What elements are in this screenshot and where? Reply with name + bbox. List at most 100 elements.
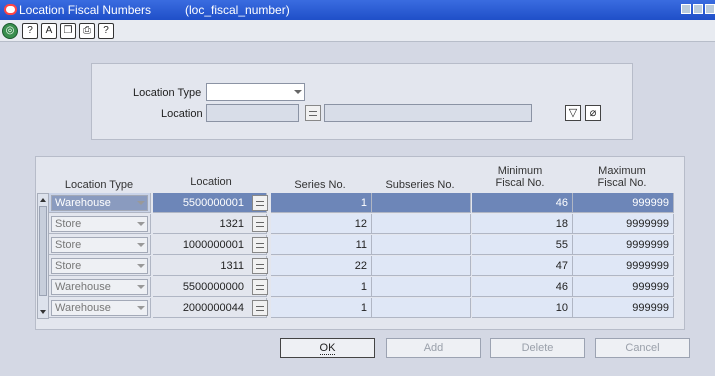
max-fiscal-cell[interactable]: 9999999: [573, 235, 674, 255]
series-no-cell[interactable]: 1: [271, 193, 372, 213]
location-type-select[interactable]: Store: [51, 216, 148, 232]
location-type-select[interactable]: [206, 83, 305, 101]
table-row[interactable]: Store 1000000001 11 55 9999999: [49, 235, 674, 255]
location-type-cell[interactable]: Warehouse: [49, 298, 151, 318]
delete-button[interactable]: Delete: [490, 338, 585, 358]
subseries-no-cell[interactable]: [372, 235, 471, 255]
table-row[interactable]: Warehouse 5500000001 1 46 999999: [49, 193, 674, 213]
location-type-cell[interactable]: Store: [49, 235, 151, 255]
filter-icon[interactable]: ▽: [565, 105, 581, 121]
location-description: [324, 104, 532, 122]
min-fiscal-cell[interactable]: 18: [472, 214, 573, 234]
location-type-value: Store: [55, 260, 82, 272]
chevron-down-icon: [137, 285, 145, 289]
min-fiscal-cell[interactable]: 46: [472, 193, 573, 213]
scroll-thumb[interactable]: [39, 206, 47, 296]
location-label: Location: [161, 108, 203, 120]
spellcheck-icon[interactable]: A: [41, 23, 57, 39]
location-type-cell[interactable]: Store: [49, 214, 151, 234]
max-fiscal-cell[interactable]: 999999: [573, 298, 674, 318]
subseries-no-cell[interactable]: [372, 298, 471, 318]
table-row[interactable]: Warehouse 2000000044 1 10 999999: [49, 298, 674, 318]
series-no-cell[interactable]: 12: [271, 214, 372, 234]
table-row[interactable]: Store 1311 22 47 9999999: [49, 256, 674, 276]
location-cell[interactable]: 5500000000: [153, 277, 267, 297]
max-fiscal-cell[interactable]: 999999: [573, 277, 674, 297]
form-id: (loc_fiscal_number): [185, 3, 290, 17]
list-of-values-icon[interactable]: [252, 195, 268, 211]
series-no-cell[interactable]: 22: [271, 256, 372, 276]
col-location: Location: [190, 176, 232, 188]
location-type-select[interactable]: Warehouse: [51, 300, 148, 316]
table-row[interactable]: Warehouse 5500000000 1 46 999999: [49, 277, 674, 297]
scroll-up-icon[interactable]: [40, 198, 46, 202]
help-icon[interactable]: ?: [98, 23, 114, 39]
help-icon[interactable]: ?: [22, 23, 38, 39]
col-location-type: Location Type: [64, 179, 134, 191]
list-of-values-icon[interactable]: [252, 279, 268, 295]
globe-icon[interactable]: ◎: [2, 23, 18, 39]
max-fiscal-cell[interactable]: 9999999: [573, 214, 674, 234]
table-scrollbar[interactable]: [37, 193, 49, 319]
location-cell[interactable]: 2000000044: [153, 298, 267, 318]
scroll-down-icon[interactable]: [40, 310, 46, 314]
min-fiscal-cell[interactable]: 55: [472, 235, 573, 255]
chevron-down-icon: [137, 243, 145, 247]
subseries-no-cell[interactable]: [372, 277, 471, 297]
col-subseries-no: Subseries No.: [385, 179, 455, 191]
list-of-values-icon[interactable]: [305, 105, 321, 121]
subseries-no-cell[interactable]: [372, 256, 471, 276]
list-of-values-icon[interactable]: [252, 216, 268, 232]
location-cell[interactable]: 1311: [153, 256, 267, 276]
location-type-value: Warehouse: [55, 302, 111, 314]
location-type-cell[interactable]: Warehouse: [49, 277, 151, 297]
series-no-cell[interactable]: 11: [271, 235, 372, 255]
location-type-cell[interactable]: Store: [49, 256, 151, 276]
title-bar: Location Fiscal Numbers (loc_fiscal_numb…: [0, 0, 715, 20]
add-button[interactable]: Add: [386, 338, 481, 358]
chevron-down-icon: [137, 264, 145, 268]
print-icon[interactable]: ⎙: [79, 23, 95, 39]
window-title: Location Fiscal Numbers: [19, 3, 152, 17]
location-type-value: Warehouse: [55, 281, 111, 293]
chevron-down-icon: [137, 201, 145, 205]
col-max-fiscal: Maximum Fiscal No.: [597, 165, 647, 189]
minimize-button[interactable]: [681, 4, 691, 14]
col-min-fiscal: Minimum Fiscal No.: [495, 165, 545, 189]
min-fiscal-cell[interactable]: 46: [472, 277, 573, 297]
location-cell[interactable]: 1321: [153, 214, 267, 234]
filter-panel: [91, 63, 633, 140]
location-type-value: Store: [55, 239, 82, 251]
close-button[interactable]: [705, 4, 715, 14]
list-of-values-icon[interactable]: [252, 258, 268, 274]
location-type-value: Store: [55, 218, 82, 230]
max-fiscal-cell[interactable]: 999999: [573, 193, 674, 213]
max-fiscal-cell[interactable]: 9999999: [573, 256, 674, 276]
col-series-no: Series No.: [294, 179, 346, 191]
ok-button[interactable]: OK: [280, 338, 375, 358]
location-cell[interactable]: 1000000001: [153, 235, 267, 255]
maximize-button[interactable]: [693, 4, 703, 14]
table-row[interactable]: Store 1321 12 18 9999999: [49, 214, 674, 234]
location-type-select[interactable]: Store: [51, 258, 148, 274]
series-no-cell[interactable]: 1: [271, 277, 372, 297]
series-no-cell[interactable]: 1: [271, 298, 372, 318]
cancel-button[interactable]: Cancel: [595, 338, 690, 358]
location-cell[interactable]: 5500000001: [153, 193, 267, 213]
min-fiscal-cell[interactable]: 47: [472, 256, 573, 276]
location-type-select[interactable]: Warehouse: [51, 195, 148, 211]
location-type-select[interactable]: Warehouse: [51, 279, 148, 295]
location-type-cell[interactable]: Warehouse: [49, 193, 151, 213]
list-of-values-icon[interactable]: [252, 237, 268, 253]
chevron-down-icon: [137, 306, 145, 310]
subseries-no-cell[interactable]: [372, 214, 471, 234]
copy-icon[interactable]: ❐: [60, 23, 76, 39]
min-fiscal-cell[interactable]: 10: [472, 298, 573, 318]
list-of-values-icon[interactable]: [252, 300, 268, 316]
clear-icon[interactable]: ⌀: [585, 105, 601, 121]
toolbar: ◎ ? A ❐ ⎙ ?: [0, 20, 715, 42]
subseries-no-cell[interactable]: [372, 193, 471, 213]
location-input[interactable]: [206, 104, 299, 122]
app-icon: [4, 4, 17, 15]
location-type-select[interactable]: Store: [51, 237, 148, 253]
